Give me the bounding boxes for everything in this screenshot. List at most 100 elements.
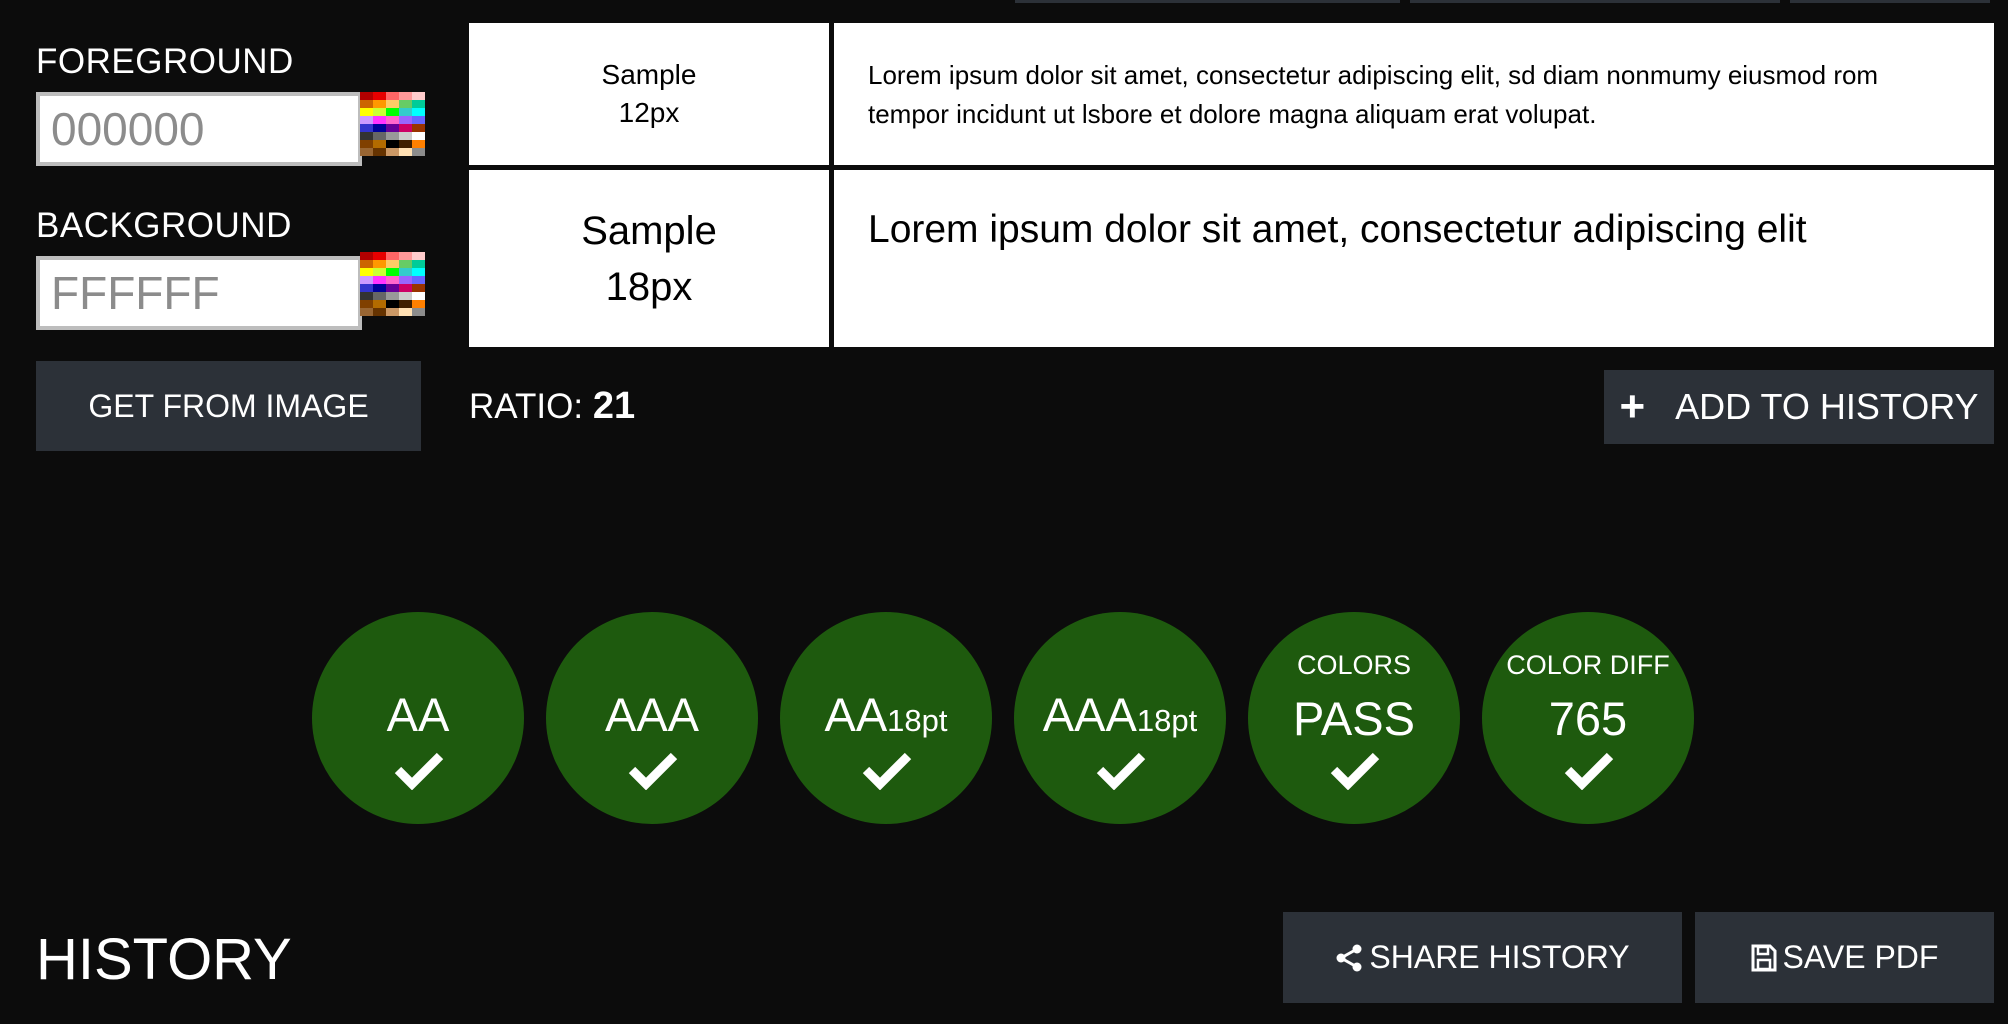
palette-swatch[interactable]: [399, 260, 412, 268]
palette-swatch[interactable]: [399, 292, 412, 300]
palette-swatch[interactable]: [373, 268, 386, 276]
palette-swatch[interactable]: [386, 292, 399, 300]
top-divider: [1410, 0, 1780, 3]
palette-swatch[interactable]: [412, 284, 425, 292]
palette-swatch[interactable]: [412, 252, 425, 260]
palette-swatch[interactable]: [386, 124, 399, 132]
palette-swatch[interactable]: [412, 116, 425, 124]
palette-swatch[interactable]: [399, 276, 412, 284]
palette-swatch[interactable]: [412, 140, 425, 148]
palette-swatch[interactable]: [386, 108, 399, 116]
palette-swatch[interactable]: [386, 92, 399, 100]
palette-swatch[interactable]: [360, 108, 373, 116]
palette-swatch[interactable]: [373, 252, 386, 260]
foreground-label: FOREGROUND: [36, 42, 294, 81]
palette-swatch[interactable]: [386, 260, 399, 268]
palette-swatch[interactable]: [386, 300, 399, 308]
palette-swatch[interactable]: [399, 308, 412, 316]
badge-colors-value: PASS: [1293, 692, 1415, 745]
palette-swatch[interactable]: [360, 284, 373, 292]
palette-swatch[interactable]: [386, 140, 399, 148]
palette-swatch[interactable]: [412, 260, 425, 268]
sample-18-size: 18px: [605, 264, 693, 309]
sample-12-text: Lorem ipsum dolor sit amet, consectetur …: [834, 23, 1994, 165]
palette-swatch[interactable]: [412, 292, 425, 300]
foreground-palette-icon[interactable]: [360, 92, 425, 156]
background-palette-icon[interactable]: [360, 252, 425, 316]
palette-swatch[interactable]: [412, 308, 425, 316]
palette-swatch[interactable]: [399, 300, 412, 308]
palette-swatch[interactable]: [373, 100, 386, 108]
palette-swatch[interactable]: [373, 92, 386, 100]
palette-swatch[interactable]: [412, 100, 425, 108]
badge-colors-title: COLORS: [1296, 650, 1412, 680]
ratio-readout: RATIO: 21: [469, 385, 635, 428]
palette-swatch[interactable]: [373, 132, 386, 140]
palette-swatch[interactable]: [412, 268, 425, 276]
palette-swatch[interactable]: [373, 300, 386, 308]
palette-swatch[interactable]: [360, 100, 373, 108]
palette-swatch[interactable]: [373, 140, 386, 148]
palette-swatch[interactable]: [373, 116, 386, 124]
palette-swatch[interactable]: [373, 284, 386, 292]
palette-swatch[interactable]: [399, 140, 412, 148]
palette-swatch[interactable]: [386, 276, 399, 284]
palette-swatch[interactable]: [399, 100, 412, 108]
save-pdf-button[interactable]: SAVE PDF: [1695, 912, 1994, 1003]
palette-swatch[interactable]: [399, 108, 412, 116]
get-from-image-button[interactable]: GET FROM IMAGE: [36, 361, 421, 451]
palette-swatch[interactable]: [386, 148, 399, 156]
palette-swatch[interactable]: [399, 132, 412, 140]
palette-swatch[interactable]: [386, 132, 399, 140]
badge-aa: AA: [312, 612, 524, 824]
palette-swatch[interactable]: [399, 268, 412, 276]
palette-swatch[interactable]: [373, 260, 386, 268]
palette-swatch[interactable]: [386, 116, 399, 124]
palette-swatch[interactable]: [360, 140, 373, 148]
palette-swatch[interactable]: [399, 252, 412, 260]
palette-swatch[interactable]: [360, 292, 373, 300]
palette-swatch[interactable]: [386, 284, 399, 292]
palette-swatch[interactable]: [373, 276, 386, 284]
badge-aaa: AAA: [546, 612, 758, 824]
palette-swatch[interactable]: [386, 268, 399, 276]
palette-swatch[interactable]: [412, 124, 425, 132]
palette-swatch[interactable]: [412, 92, 425, 100]
palette-swatch[interactable]: [373, 148, 386, 156]
share-icon: [1336, 944, 1362, 971]
palette-swatch[interactable]: [399, 124, 412, 132]
background-input[interactable]: [36, 256, 362, 330]
palette-swatch[interactable]: [399, 148, 412, 156]
palette-swatch[interactable]: [360, 116, 373, 124]
palette-swatch[interactable]: [360, 260, 373, 268]
add-to-history-button[interactable]: + ADD TO HISTORY: [1604, 370, 1994, 444]
palette-swatch[interactable]: [360, 252, 373, 260]
palette-swatch[interactable]: [360, 300, 373, 308]
palette-swatch[interactable]: [412, 276, 425, 284]
badge-aaa-18pt-suffix: 18pt: [1136, 703, 1198, 738]
palette-swatch[interactable]: [373, 108, 386, 116]
palette-swatch[interactable]: [412, 108, 425, 116]
palette-swatch[interactable]: [360, 268, 373, 276]
palette-swatch[interactable]: [373, 124, 386, 132]
palette-swatch[interactable]: [412, 300, 425, 308]
palette-swatch[interactable]: [373, 308, 386, 316]
palette-swatch[interactable]: [386, 252, 399, 260]
palette-swatch[interactable]: [360, 132, 373, 140]
palette-swatch[interactable]: [386, 100, 399, 108]
palette-swatch[interactable]: [412, 132, 425, 140]
palette-swatch[interactable]: [373, 292, 386, 300]
palette-swatch[interactable]: [360, 276, 373, 284]
palette-swatch[interactable]: [360, 148, 373, 156]
share-history-button[interactable]: SHARE HISTORY: [1283, 912, 1682, 1003]
palette-swatch[interactable]: [412, 148, 425, 156]
palette-swatch[interactable]: [386, 308, 399, 316]
check-icon: [394, 752, 444, 790]
palette-swatch[interactable]: [399, 116, 412, 124]
palette-swatch[interactable]: [360, 308, 373, 316]
palette-swatch[interactable]: [399, 284, 412, 292]
palette-swatch[interactable]: [399, 92, 412, 100]
palette-swatch[interactable]: [360, 124, 373, 132]
foreground-input[interactable]: [36, 92, 362, 166]
palette-swatch[interactable]: [360, 92, 373, 100]
